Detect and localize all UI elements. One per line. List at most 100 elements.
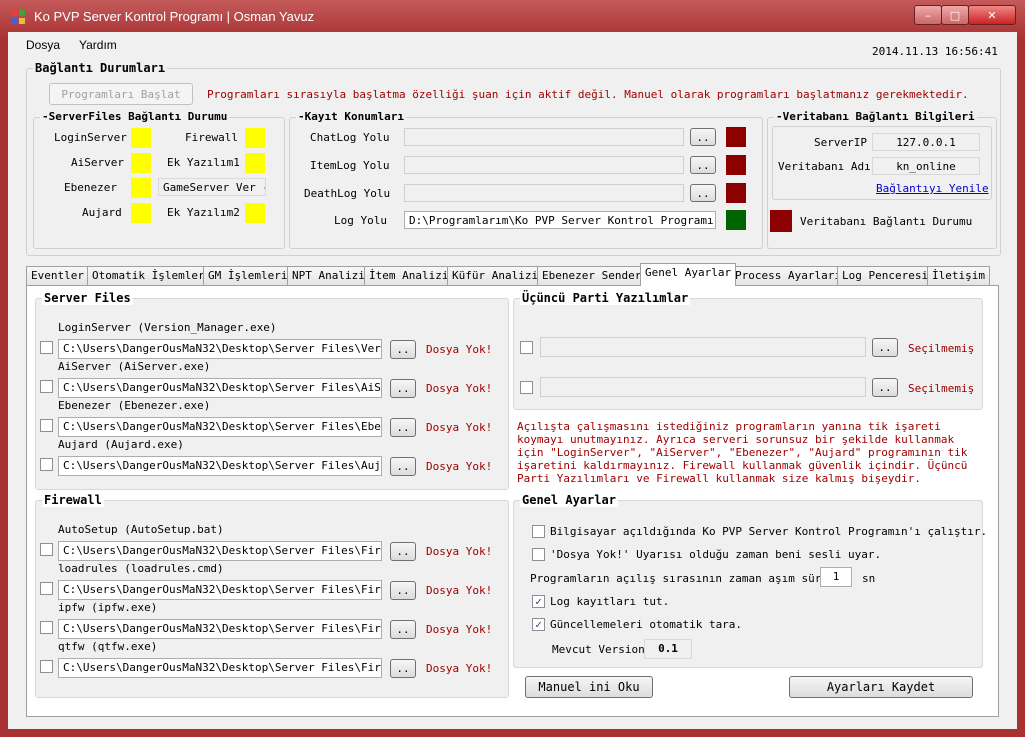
third-party-group: Üçüncü Parti Yazılımlar .. Seçilmemiş ..… <box>513 291 983 410</box>
third-party-title: Üçüncü Parti Yazılımlar <box>520 291 691 305</box>
read-ini-button[interactable]: Manuel ini Oku <box>525 676 653 698</box>
server-file-item-checkbox[interactable] <box>40 341 53 354</box>
close-button[interactable]: ✕ <box>968 5 1016 25</box>
itemlog-browse-button[interactable]: .. <box>690 156 716 174</box>
server-file-item-status: Dosya Yok! <box>426 421 493 434</box>
server-file-item-status: Dosya Yok! <box>426 460 493 473</box>
ek2-indicator <box>245 203 265 223</box>
title-bar: Ko PVP Server Kontrol Programı | Osman Y… <box>0 0 1025 32</box>
serverfiles-status-group: -ServerFiles Bağlantı Durumu LoginServer… <box>33 110 285 249</box>
tab-otomatik-islemler[interactable]: Otomatik İşlemler <box>87 266 210 285</box>
firewall-item-checkbox[interactable] <box>40 621 53 634</box>
menu-help[interactable]: Yardım <box>79 38 117 52</box>
db-name-field: kn_online <box>872 157 980 175</box>
itemlog-indicator <box>726 155 746 175</box>
firewall-item-checkbox[interactable] <box>40 582 53 595</box>
menu-file[interactable]: Dosya <box>26 38 60 52</box>
tab-eventler[interactable]: Eventler <box>26 266 89 285</box>
server-file-item-path-input[interactable]: C:\Users\DangerOusMaN32\Desktop\Server F… <box>58 378 382 398</box>
firewall-item-path-input[interactable]: C:\Users\DangerOusMaN32\Desktop\Server F… <box>58 619 382 639</box>
server-file-item-label: AiServer (AiServer.exe) <box>58 360 211 373</box>
firewall-item-path-input[interactable]: C:\Users\DangerOusMaN32\Desktop\Server F… <box>58 658 382 678</box>
client-area: Dosya Yardım 2014.11.13 16:56:41 Bağlant… <box>8 32 1017 729</box>
clock: 2014.11.13 16:56:41 <box>872 45 998 58</box>
firewall-item-status: Dosya Yok! <box>426 584 493 597</box>
ek1-label: Ek Yazılım1 <box>167 156 240 169</box>
tab-item-analizi[interactable]: İtem Analizi <box>364 266 454 285</box>
db-status-label: Veritabanı Bağlantı Durumu <box>800 215 973 228</box>
server-file-item-path-input[interactable]: C:\Users\DangerOusMaN32\Desktop\Server F… <box>58 339 382 359</box>
deathlog-path-input[interactable] <box>404 184 684 202</box>
aujard-label: Aujard <box>82 206 122 219</box>
db-name-label: Veritabanı Adı <box>778 160 871 173</box>
third-party-2-checkbox[interactable] <box>520 381 533 394</box>
server-file-item-path-input[interactable]: C:\Users\DangerOusMaN32\Desktop\Server F… <box>58 417 382 437</box>
deathlog-indicator <box>726 183 746 203</box>
maximize-button[interactable]: □ <box>941 5 969 25</box>
db-info-group: -Veritabanı Bağlantı Bilgileri ServerIP … <box>767 110 997 249</box>
log-path-input[interactable]: D:\Programlarım\Ko PVP Server Kontrol Pr… <box>404 211 716 229</box>
firewall-indicator <box>245 128 265 148</box>
minimize-button[interactable]: – <box>914 5 942 25</box>
third-party-1-checkbox[interactable] <box>520 341 533 354</box>
firewall-title: Firewall <box>42 493 104 507</box>
server-file-item-browse-button[interactable]: .. <box>390 457 416 476</box>
tab-genel-ayarlar[interactable]: Genel Ayarlar <box>640 263 737 286</box>
server-file-item-browse-button[interactable]: .. <box>390 418 416 437</box>
deathlog-browse-button[interactable]: .. <box>690 184 716 202</box>
server-file-item-browse-button[interactable]: .. <box>390 379 416 398</box>
firewall-item-status: Dosya Yok! <box>426 545 493 558</box>
auto-update-checkbox[interactable]: ✓ <box>532 618 545 631</box>
server-file-item-checkbox[interactable] <box>40 458 53 471</box>
version-field: 0.1 <box>644 639 692 659</box>
firewall-item-path-input[interactable]: C:\Users\DangerOusMaN32\Desktop\Server F… <box>58 541 382 561</box>
start-programs-button[interactable]: Programları Başlat <box>49 83 193 105</box>
tab-gm-islemleri[interactable]: GM İşlemleri <box>203 266 293 285</box>
firewall-item-label: loadrules (loadrules.cmd) <box>58 562 224 575</box>
firewall-item-label: qtfw (qtfw.exe) <box>58 640 158 653</box>
chatlog-label: ChatLog Yolu <box>310 131 390 144</box>
third-party-2-path[interactable] <box>540 377 866 397</box>
itemlog-path-input[interactable] <box>404 156 684 174</box>
window-title: Ko PVP Server Kontrol Programı | Osman Y… <box>34 9 315 24</box>
tab-ebenezer-sender[interactable]: Ebenezer Sender <box>537 266 647 285</box>
tab-log-penceresi[interactable]: Log Penceresi <box>837 266 934 285</box>
timeout-unit: sn <box>862 572 876 585</box>
server-file-item-browse-button[interactable]: .. <box>390 340 416 359</box>
firewall-item-path-input[interactable]: C:\Users\DangerOusMaN32\Desktop\Server F… <box>58 580 382 600</box>
db-status-indicator <box>770 210 792 232</box>
tab-process-ayarlari[interactable]: Process Ayarları <box>730 266 846 285</box>
ai-label: AiServer <box>71 156 124 169</box>
autostart-label: Bilgisayar açıldığında Ko PVP Server Kon… <box>550 525 988 538</box>
startup-info-text: Açılışta çalışmasını istediğiniz program… <box>517 420 968 485</box>
sound-alert-checkbox[interactable] <box>532 548 545 561</box>
timeout-label: Programların açılış sırasının zaman aşım… <box>530 572 842 585</box>
log-records-checkbox[interactable]: ✓ <box>532 595 545 608</box>
third-party-1-browse-button[interactable]: .. <box>872 338 898 357</box>
ai-indicator <box>131 153 151 173</box>
third-party-2-browse-button[interactable]: .. <box>872 378 898 397</box>
firewall-item-browse-button[interactable]: .. <box>390 542 416 561</box>
firewall-item-checkbox[interactable] <box>40 543 53 556</box>
firewall-item-browse-button[interactable]: .. <box>390 620 416 639</box>
third-party-1-status: Seçilmemiş <box>908 342 975 355</box>
genel-ayarlar-panel: Server Files LoginServer (Version_Manage… <box>26 285 999 717</box>
sound-alert-label: 'Dosya Yok!' Uyarısı olduğu zaman beni s… <box>550 548 882 561</box>
chatlog-path-input[interactable] <box>404 128 684 146</box>
timeout-input[interactable]: 1 <box>820 567 852 587</box>
autostart-checkbox[interactable] <box>532 525 545 538</box>
refresh-connection-link[interactable]: Bağlantıyı Yenile <box>876 182 989 195</box>
server-file-item-checkbox[interactable] <box>40 419 53 432</box>
server-file-item-path-input[interactable]: C:\Users\DangerOusMaN32\Desktop\Server F… <box>58 456 382 476</box>
save-settings-button[interactable]: Ayarları Kaydet <box>789 676 973 698</box>
server-file-item-checkbox[interactable] <box>40 380 53 393</box>
ek2-label: Ek Yazılım2 <box>167 206 240 219</box>
chatlog-browse-button[interactable]: .. <box>690 128 716 146</box>
third-party-1-path[interactable] <box>540 337 866 357</box>
firewall-item-checkbox[interactable] <box>40 660 53 673</box>
firewall-item-browse-button[interactable]: .. <box>390 659 416 678</box>
firewall-item-browse-button[interactable]: .. <box>390 581 416 600</box>
tab-kufur-analizi[interactable]: Küfür Analizi <box>447 266 544 285</box>
tab-npt-analizi[interactable]: NPT Analizi <box>287 266 370 285</box>
tab-iletisim[interactable]: İletişim <box>927 266 990 285</box>
